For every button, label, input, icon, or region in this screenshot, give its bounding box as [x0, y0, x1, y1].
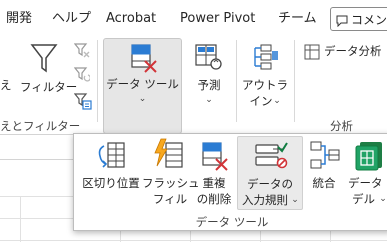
- advanced-filter-icon[interactable]: [73, 92, 92, 114]
- consolidate-icon: [309, 140, 341, 176]
- tab-acrobat[interactable]: Acrobat: [106, 11, 156, 27]
- outline-chevron-icon: ⌄: [273, 96, 281, 106]
- data-analysis-button[interactable]: データ分析: [300, 42, 387, 62]
- ribbon-separator: [97, 40, 98, 122]
- data-validation-label-2: 入力規則: [242, 193, 288, 207]
- data-validation-icon: [254, 141, 288, 175]
- group-label-sort-filter: えとフィルター: [0, 119, 81, 133]
- sort-label-fragment: え: [0, 78, 12, 92]
- tab-help[interactable]: ヘルプ: [52, 11, 91, 27]
- filter-label: フィルター: [20, 80, 78, 94]
- filter-button[interactable]: フィルター: [20, 40, 78, 100]
- grid-line: [0, 240, 387, 241]
- consolidate-button[interactable]: 統合: [306, 136, 342, 208]
- flash-fill-button[interactable]: フラッシュ フィル: [142, 136, 200, 208]
- data-tools-label: データ ツール: [106, 77, 179, 91]
- text-to-columns-label: 区切り位置: [82, 176, 140, 190]
- tab-developer[interactable]: 開発: [6, 11, 32, 27]
- forecast-chevron-icon: ⌄: [205, 95, 213, 105]
- forecast-label: 予測: [197, 78, 221, 92]
- ribbon-separator: [236, 40, 237, 122]
- remove-duplicates-button[interactable]: 重複 の削除: [192, 136, 236, 208]
- group-label-analysis: 分析: [330, 119, 353, 133]
- clear-filter-icon[interactable]: [73, 42, 90, 62]
- tab-bar: 開発 ヘルプ Acrobat Power Pivot チーム コメント: [0, 0, 387, 36]
- data-analysis-label: データ分析: [324, 44, 382, 58]
- data-model-icon: [354, 140, 386, 176]
- comment-button[interactable]: コメント: [330, 7, 387, 31]
- data-tools-chevron-icon: ⌄: [138, 94, 147, 104]
- outline-button[interactable]: アウトラ イン ⌄: [242, 40, 288, 110]
- outline-label-1: アウトラ: [242, 78, 288, 92]
- forecast-button[interactable]: 予測 ⌄: [188, 40, 230, 110]
- data-validation-chevron-icon: ⌄: [291, 195, 299, 205]
- remove-duplicates-icon: [200, 140, 230, 176]
- grid-line: [20, 196, 21, 242]
- outline-icon: [250, 42, 280, 76]
- data-tools-popup: 区切り位置 フラッシュ フィル 重複 の削除 データの 入力規則 ⌄ 統合 デー…: [73, 133, 387, 231]
- data-model-label-1: データ モ: [348, 176, 387, 190]
- data-tools-button[interactable]: データ ツール ⌄: [103, 38, 182, 134]
- reapply-filter-icon[interactable]: [73, 66, 91, 86]
- text-to-columns-icon: [94, 140, 128, 176]
- flash-fill-icon: [152, 138, 186, 176]
- data-tools-icon: [130, 43, 158, 77]
- flash-fill-label-1: フラッシュ: [142, 176, 200, 190]
- remove-duplicates-label-2: の削除: [196, 192, 232, 206]
- comment-label: コメント: [351, 13, 387, 27]
- ribbon: え フィルター データ ツール ⌄ 予測 ⌄ アウトラ イン ⌄ データ分析 え…: [0, 36, 387, 135]
- data-model-button[interactable]: データ モ デル ⌄: [342, 136, 387, 208]
- ribbon-separator: [294, 40, 295, 122]
- data-validation-button[interactable]: データの 入力規則 ⌄: [237, 136, 303, 210]
- filter-icon: [30, 42, 58, 78]
- tab-team[interactable]: チーム: [278, 11, 317, 27]
- data-analysis-icon: [304, 44, 320, 64]
- flash-fill-label-2: フィル: [152, 192, 188, 206]
- popup-group-label: データ ツール: [195, 215, 269, 229]
- data-model-label-2: デル: [352, 192, 375, 206]
- comment-icon: [336, 12, 348, 31]
- tab-power-pivot[interactable]: Power Pivot: [180, 11, 255, 27]
- data-model-chevron-icon: ⌄: [379, 194, 387, 204]
- forecast-icon: [194, 42, 224, 76]
- consolidate-label: 統合: [312, 176, 336, 190]
- text-to-columns-button[interactable]: 区切り位置: [80, 136, 142, 208]
- data-validation-label-1: データの: [247, 177, 293, 191]
- remove-duplicates-label-1: 重複: [202, 176, 226, 190]
